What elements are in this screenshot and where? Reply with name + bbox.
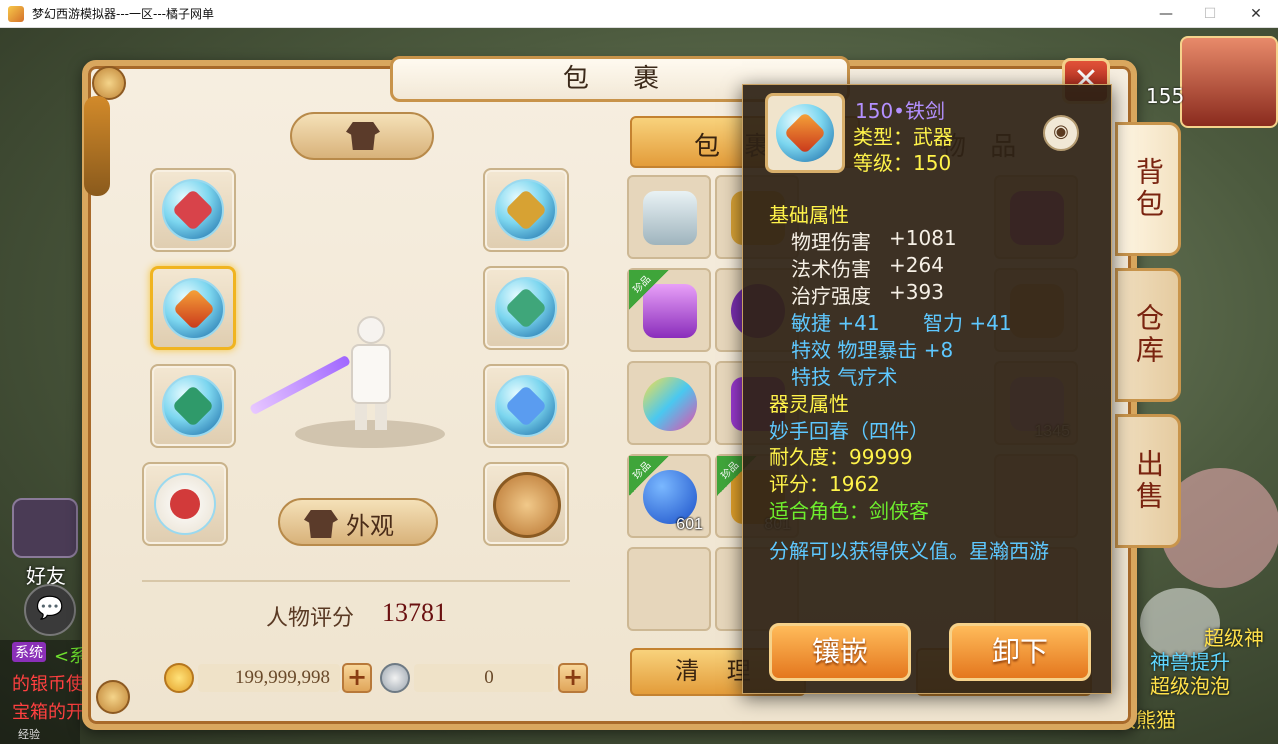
robe-icon: [346, 122, 380, 150]
friend-icon[interactable]: [12, 498, 78, 558]
tab-backpack[interactable]: 背包: [1115, 122, 1181, 256]
unequip-button[interactable]: 卸下: [949, 623, 1091, 681]
chat-fragment: 的银币使: [12, 674, 84, 695]
tab-warehouse[interactable]: 仓库: [1115, 268, 1181, 402]
equip-slot-belt[interactable]: [150, 364, 236, 448]
tab-sell[interactable]: 出售: [1115, 414, 1181, 548]
inventory-slot[interactable]: [627, 361, 711, 445]
equip-slot-helmet[interactable]: [150, 168, 236, 252]
inventory-slot[interactable]: 珍品: [627, 268, 711, 352]
necklace-icon: [504, 188, 548, 232]
window-title: 梦幻西游模拟器---一区---橘子网单: [32, 7, 214, 21]
chat-fragment: 宝箱的开: [12, 702, 84, 723]
inventory-slot[interactable]: 珍品 601: [627, 454, 711, 538]
stat-value: +264: [889, 253, 944, 277]
item-tooltip: 150•铁剑 类型：武器 等级：150 ◉ 基础属性 物理伤害 +1081 法术…: [742, 84, 1112, 694]
close-window-button[interactable]: ✕: [1246, 4, 1266, 24]
silver-amount: 0: [484, 667, 494, 688]
silver-coin-icon: [380, 663, 410, 693]
rating-label: 人物评分: [266, 606, 355, 631]
suitable-role: 适合角色：剑侠客: [769, 499, 929, 523]
stat-value: +1081: [889, 226, 957, 250]
special-effect: 特效 物理暴击 +8: [791, 338, 954, 362]
spirit-attributes-header: 器灵属性: [769, 392, 849, 416]
app-icon: [8, 5, 24, 22]
item-note: 分解可以获得侠义值。星瀚西游: [769, 539, 1049, 563]
intellect-stat: 智力 +41: [923, 311, 1012, 335]
divider: [142, 580, 570, 582]
minimize-button[interactable]: —: [1156, 4, 1176, 24]
hud-level: 155: [1146, 84, 1185, 108]
jade-pendant-icon: [643, 191, 697, 245]
rainbow-charm-icon: [643, 377, 697, 431]
rating-value: 13781: [382, 598, 447, 627]
stat-label: 法术伤害: [791, 257, 871, 281]
stat-label: 物理伤害: [791, 230, 871, 254]
hanging-tassel: [84, 96, 110, 196]
ring-icon: [163, 482, 207, 526]
armor-icon: [504, 286, 548, 330]
window-title-bar: 梦幻西游模拟器---一区---橘子网单 — ☐ ✕: [0, 0, 1278, 28]
eye-icon[interactable]: ◉: [1043, 115, 1079, 151]
treasure-medallion-icon: [493, 472, 561, 538]
outfit-category-button[interactable]: [290, 112, 434, 160]
inventory-slot[interactable]: [627, 547, 711, 631]
equip-slot-necklace[interactable]: [483, 168, 569, 252]
sword-icon: [172, 287, 216, 331]
right-announcement: 超级泡泡: [1150, 674, 1230, 698]
add-gold-button[interactable]: +: [342, 663, 372, 693]
maximize-button[interactable]: ☐: [1200, 4, 1220, 24]
helmet-icon: [171, 188, 215, 232]
item-icon: [765, 93, 845, 173]
basic-attributes-header: 基础属性: [769, 203, 849, 227]
equip-slot-ring[interactable]: [142, 462, 228, 546]
appearance-button[interactable]: 外观: [278, 498, 438, 546]
inlay-button[interactable]: 镶嵌: [769, 623, 911, 681]
system-tag: 系统: [12, 642, 46, 662]
item-level: 等级：150: [853, 151, 952, 175]
player-avatar[interactable]: [1180, 36, 1278, 128]
spirit-set: 妙手回春（四件）: [769, 419, 929, 443]
chat-bubble-icon[interactable]: 💬: [24, 584, 76, 636]
gold-amount: 199,999,998: [235, 667, 330, 688]
equip-slot-armor[interactable]: [483, 266, 569, 350]
robe-icon: [304, 510, 338, 538]
equip-slot-boots[interactable]: [483, 364, 569, 448]
stat-value: +393: [889, 280, 944, 304]
item-name: 150•铁剑: [855, 99, 945, 123]
corner-ornament: [92, 66, 126, 100]
boots-icon: [504, 384, 548, 428]
inventory-slot[interactable]: [627, 175, 711, 259]
character-model: [249, 310, 445, 448]
gold-coin-icon: [164, 663, 194, 693]
belt-icon: [171, 384, 215, 428]
exp-label: 经验: [18, 728, 40, 741]
stat-label: 治疗强度: [791, 284, 871, 308]
agility-stat: 敏捷 +41: [791, 311, 880, 335]
equip-slot-treasure[interactable]: [483, 462, 569, 546]
equip-slot-weapon[interactable]: [150, 266, 236, 350]
add-silver-button[interactable]: +: [558, 663, 588, 693]
item-type: 类型：武器: [853, 125, 953, 149]
special-skill: 特技 气疗术: [791, 365, 898, 389]
durability: 耐久度：99999: [769, 445, 913, 469]
item-score: 评分：1962: [769, 472, 880, 496]
corner-ornament: [96, 680, 130, 714]
